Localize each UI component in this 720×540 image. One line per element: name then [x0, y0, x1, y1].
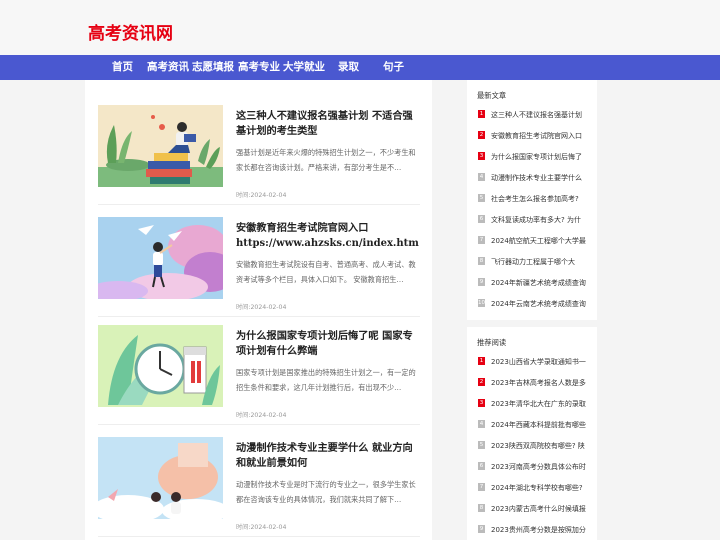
sidebar-recommended-item[interactable]: 8 2023内蒙古高考什么时候填报 [478, 501, 593, 517]
sidebar-item-label: 2024年新疆艺术统考成绩查询 [491, 279, 586, 287]
sidebar-item-label: 2023内蒙古高考什么时候填报 [491, 505, 586, 513]
rank-badge: 4 [478, 420, 485, 428]
site-header: 高考资讯网 [0, 0, 720, 55]
nav-item-admission[interactable]: 录取 [338, 55, 359, 80]
sidebar-item-label: 2023年吉林高考报名人数是多 [491, 379, 586, 387]
sidebar-recommended-item[interactable]: 1 2023山西省大学录取通知书一 [478, 354, 593, 370]
sidebar-latest-item[interactable]: 4 动漫制作技术专业主要学什么 [478, 170, 593, 186]
sidebar-item-label: 2023贵州高考分数是按照加分 [491, 526, 586, 534]
sidebar-latest-item[interactable]: 8 飞行器动力工程属于哪个大 [478, 254, 593, 270]
rank-badge: 3 [478, 152, 485, 160]
article-title-url[interactable]: https://www.ahzsks.cn/index.htm [236, 236, 422, 251]
sidebar-latest-item[interactable]: 7 2024航空航天工程哪个大学最 [478, 233, 593, 249]
sidebar-item-label: 2023河南高考分数具体公布时 [491, 463, 586, 471]
nav-item-sentences[interactable]: 句子 [383, 55, 404, 80]
sidebar-latest: 最新文章 1 这三种人不建议报名强基计划 2 安徽教育招生考试院官网入口 3 为什么报… [467, 80, 597, 320]
rank-badge: 6 [478, 215, 485, 223]
site-logo[interactable]: 高考资讯网 [88, 22, 173, 46]
article-thumbnail[interactable] [98, 437, 223, 519]
sidebar-recommended-item[interactable]: 7 2024年湖北专科学校有哪些? [478, 480, 593, 496]
article-list: 这三种人不建议报名强基计划 不适合强基计划的考生类型 强基计划是近年来火爆的特殊… [85, 80, 432, 540]
sidebar-recommended-title: 推荐阅读 [477, 338, 507, 347]
sidebar-latest-item[interactable]: 1 这三种人不建议报名强基计划 [478, 107, 593, 123]
rank-badge: 9 [478, 278, 485, 286]
rank-badge: 9 [478, 525, 485, 533]
sidebar-latest-title: 最新文章 [477, 91, 507, 100]
nav-item-major[interactable]: 高考专业 [238, 55, 280, 80]
article-thumbnail[interactable] [98, 325, 223, 407]
article-summary: 国家专项计划是国家推出的特殊招生计划之一，有一定的招生条件和要求，这几年计划推行… [236, 368, 416, 392]
sidebar-latest-item[interactable]: 3 为什么报国家专项计划后悔了 [478, 149, 593, 165]
rank-badge: 5 [478, 194, 485, 202]
sidebar-latest-item[interactable]: 9 2024年新疆艺术统考成绩查询 [478, 275, 593, 291]
rank-badge: 4 [478, 173, 485, 181]
article-time: 时间:2024-02-04 [236, 412, 287, 419]
nav-item-employment[interactable]: 大学就业 [283, 55, 325, 80]
sidebar-recommended-item[interactable]: 6 2023河南高考分数具体公布时 [478, 459, 593, 475]
rank-badge: 2 [478, 378, 485, 386]
rank-badge: 8 [478, 504, 485, 512]
article-thumbnail[interactable] [98, 217, 223, 299]
nav-item-volunteer[interactable]: 志愿填报 [192, 55, 234, 80]
sidebar-item-label: 2024年湖北专科学校有哪些? [491, 484, 583, 492]
rank-badge: 6 [478, 462, 485, 470]
main-nav: 首页 高考资讯 志愿填报 高考专业 大学就业 录取 句子 [0, 55, 720, 80]
sidebar-item-label: 2023年清华北大在广东的录取 [491, 400, 586, 408]
sidebar-recommended-item[interactable]: 4 2024年西藏本科提前批有哪些 [478, 417, 593, 433]
sidebar-item-label: 这三种人不建议报名强基计划 [491, 111, 582, 119]
article-item: 这三种人不建议报名强基计划 不适合强基计划的考生类型 强基计划是近年来火爆的特殊… [98, 105, 420, 205]
rank-badge: 3 [478, 399, 485, 407]
sidebar-item-label: 2024年云南艺术统考成绩查询 [491, 300, 586, 308]
article-summary: 动漫制作技术专业是时下流行的专业之一，很多学生家长都在咨询该专业的具体情况，我们… [236, 480, 416, 504]
rank-badge: 1 [478, 110, 485, 118]
sidebar-latest-item[interactable]: 10 2024年云南艺术统考成绩查询 [478, 296, 593, 312]
nav-item-news[interactable]: 高考资讯 [147, 55, 189, 80]
rank-badge: 1 [478, 357, 485, 365]
sidebar-item-label: 文科复读成功率有多大? 为什 [491, 216, 581, 224]
sidebar-recommended-item[interactable]: 3 2023年清华北大在广东的录取 [478, 396, 593, 412]
sidebar-latest-item[interactable]: 2 安徽教育招生考试院官网入口 [478, 128, 593, 144]
sidebar-item-label: 2023陕西双高院校有哪些? 陕 [491, 442, 585, 450]
sidebar-item-label: 为什么报国家专项计划后悔了 [491, 153, 582, 161]
sidebar-item-label: 2024航空航天工程哪个大学最 [491, 237, 586, 245]
rank-badge: 2 [478, 131, 485, 139]
sidebar-item-label: 2024年西藏本科提前批有哪些 [491, 421, 586, 429]
article-time: 时间:2024-02-04 [236, 304, 287, 311]
sidebar-recommended-item[interactable]: 9 2023贵州高考分数是按照加分 [478, 522, 593, 538]
sidebar-latest-item[interactable]: 5 社会考生怎么报名参加高考? [478, 191, 593, 207]
article-title[interactable]: 动漫制作技术专业主要学什么 就业方向和就业前景如何 [236, 441, 422, 471]
article-time: 时间:2024-02-04 [236, 524, 287, 531]
article-title-text: 安徽教育招生考试院官网入口 [236, 223, 369, 234]
article-title[interactable]: 这三种人不建议报名强基计划 不适合强基计划的考生类型 [236, 109, 422, 139]
article-thumbnail[interactable] [98, 105, 223, 187]
sidebar-item-label: 社会考生怎么报名参加高考? [491, 195, 579, 203]
sidebar-recommended: 推荐阅读 1 2023山西省大学录取通知书一 2 2023年吉林高考报名人数是多 3… [467, 327, 597, 540]
sidebar-item-label: 动漫制作技术专业主要学什么 [491, 174, 582, 182]
article-title[interactable]: 为什么报国家专项计划后悔了呢 国家专项计划有什么弊端 [236, 329, 422, 359]
sidebar-recommended-item[interactable]: 2 2023年吉林高考报名人数是多 [478, 375, 593, 391]
rank-badge: 5 [478, 441, 485, 449]
article-item: 动漫制作技术专业主要学什么 就业方向和就业前景如何 动漫制作技术专业是时下流行的… [98, 437, 420, 537]
sidebar-latest-item[interactable]: 6 文科复读成功率有多大? 为什 [478, 212, 593, 228]
article-item: 为什么报国家专项计划后悔了呢 国家专项计划有什么弊端 国家专项计划是国家推出的特… [98, 325, 420, 425]
sidebar-item-label: 安徽教育招生考试院官网入口 [491, 132, 582, 140]
article-time: 时间:2024-02-04 [236, 192, 287, 199]
nav-item-home[interactable]: 首页 [112, 55, 133, 80]
sidebar-recommended-item[interactable]: 5 2023陕西双高院校有哪些? 陕 [478, 438, 593, 454]
article-title[interactable]: 安徽教育招生考试院官网入口 https://www.ahzsks.cn/inde… [236, 221, 422, 251]
sidebar-item-label: 2023山西省大学录取通知书一 [491, 358, 586, 366]
rank-badge: 7 [478, 483, 485, 491]
article-summary: 强基计划是近年来火爆的特殊招生计划之一，不少考生和家长都在咨询该计划。严格来讲，… [236, 148, 416, 172]
rank-badge: 7 [478, 236, 485, 244]
rank-badge: 8 [478, 257, 485, 265]
rank-badge: 10 [478, 299, 485, 307]
article-item: 安徽教育招生考试院官网入口 https://www.ahzsks.cn/inde… [98, 217, 420, 317]
article-summary: 安徽教育招生考试院设有自考、普通高考、成人考试、教资考试等多个栏目，具体入口如下… [236, 260, 416, 284]
sidebar-item-label: 飞行器动力工程属于哪个大 [491, 258, 575, 266]
